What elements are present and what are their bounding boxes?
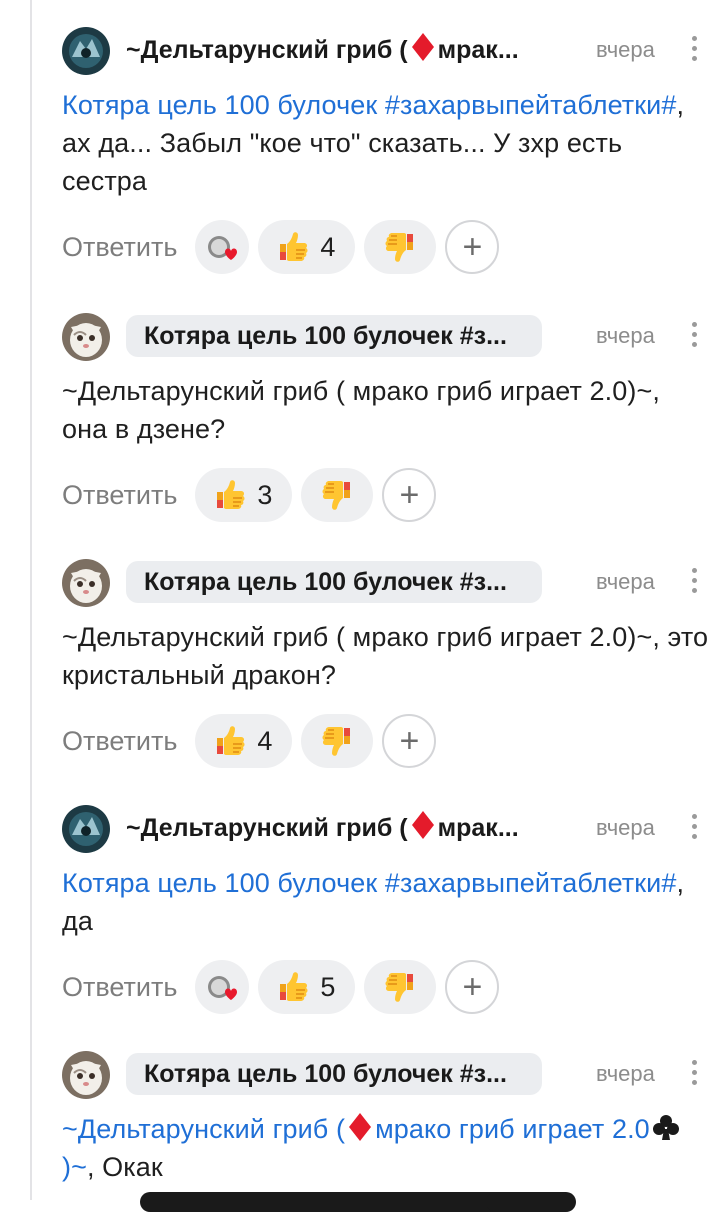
comment: Котяра цель 100 булочек #з... вчера ~Дел… [62,558,715,768]
plus-icon: + [462,968,483,1006]
heart-avatar-icon [208,976,238,1000]
like-button[interactable]: 4 [195,714,293,768]
comment-time: вчера [596,815,655,840]
comment: Котяра цель 100 булочек #з... вчера ~Дел… [62,1050,715,1186]
like-count: 4 [320,231,336,262]
comment: ~Дельтарунский гриб (мрак... вчера Котяр… [62,804,715,1014]
comment-text: ~Дельтарунский гриб (мрако гриб играет 2… [62,1110,712,1186]
add-reaction-button[interactable]: + [445,220,500,274]
comment-time: вчера [596,323,655,348]
dislike-button[interactable] [364,220,437,274]
comment-time: вчера [596,1061,655,1086]
dislike-button[interactable] [364,960,437,1014]
thumbs-down-icon [322,480,352,511]
add-reaction-button[interactable]: + [382,468,437,522]
dislike-button[interactable] [301,714,374,768]
like-button[interactable]: 4 [258,220,356,274]
thumbs-up-icon [216,725,246,756]
avatar[interactable] [62,313,110,361]
comment-text: ~Дельтарунский гриб ( мрако гриб играет … [62,376,660,444]
red-diamond-icon [411,811,434,839]
more-vertical-icon[interactable] [692,814,698,842]
plus-icon: + [399,722,420,760]
more-vertical-icon[interactable] [692,36,698,64]
reply-button[interactable]: Ответить [62,972,177,1003]
bottom-panel-edge [486,1192,576,1212]
comment: ~Дельтарунский гриб (мрак... вчера Котяр… [62,26,715,274]
author-name[interactable]: Котяра цель 100 булочек #з... [126,315,542,357]
reaction-heart-chip[interactable] [195,960,250,1014]
mention-link[interactable]: Котяра цель 100 булочек #захарвыпейтабле… [62,90,676,120]
comment-text: ~Дельтарунский гриб ( мрако гриб играет … [62,622,709,690]
avatar[interactable] [62,27,110,75]
author-name[interactable]: ~Дельтарунский гриб (мрак... [126,807,519,849]
comment-time: вчера [596,569,655,594]
more-vertical-icon[interactable] [692,568,698,596]
comment-time: вчера [596,37,655,62]
thumbs-up-icon [279,231,309,262]
add-reaction-button[interactable]: + [445,960,500,1014]
like-button[interactable]: 5 [258,960,356,1014]
mention-link[interactable]: Котяра цель 100 булочек #захарвыпейтабле… [62,868,676,898]
more-vertical-icon[interactable] [692,322,698,350]
plus-icon: + [462,228,483,266]
heart-avatar-icon [208,236,238,260]
thumbs-down-icon [322,726,352,757]
reply-button[interactable]: Ответить [62,480,177,511]
like-count: 3 [257,479,273,510]
club-icon [652,1115,679,1140]
red-diamond-icon [411,33,434,61]
like-count: 4 [257,725,273,756]
reply-button[interactable]: Ответить [62,232,177,263]
comment-text: Котяра цель 100 булочек #захарвыпейтабле… [62,90,685,196]
comment: Котяра цель 100 булочек #з... вчера ~Дел… [62,312,715,522]
like-button[interactable]: 3 [195,468,293,522]
avatar[interactable] [62,805,110,853]
plus-icon: + [399,476,420,514]
dislike-button[interactable] [301,468,374,522]
comment-text: Котяра цель 100 булочек #захарвыпейтабле… [62,868,685,936]
avatar[interactable] [62,1051,110,1099]
thumbs-up-icon [279,971,309,1002]
thumbs-down-icon [385,232,415,263]
thread-line [30,0,32,1200]
thumbs-up-icon [216,479,246,510]
author-name[interactable]: Котяра цель 100 булочек #з... [126,1053,542,1095]
like-count: 5 [320,971,336,1002]
author-name[interactable]: Котяра цель 100 булочек #з... [126,561,542,603]
add-reaction-button[interactable]: + [382,714,437,768]
more-vertical-icon[interactable] [692,1060,698,1088]
red-diamond-icon [349,1113,372,1141]
reaction-heart-chip[interactable] [195,220,250,274]
reply-button[interactable]: Ответить [62,726,177,757]
author-name[interactable]: ~Дельтарунский гриб (мрак... [126,29,519,71]
avatar[interactable] [62,559,110,607]
thumbs-down-icon [385,972,415,1003]
